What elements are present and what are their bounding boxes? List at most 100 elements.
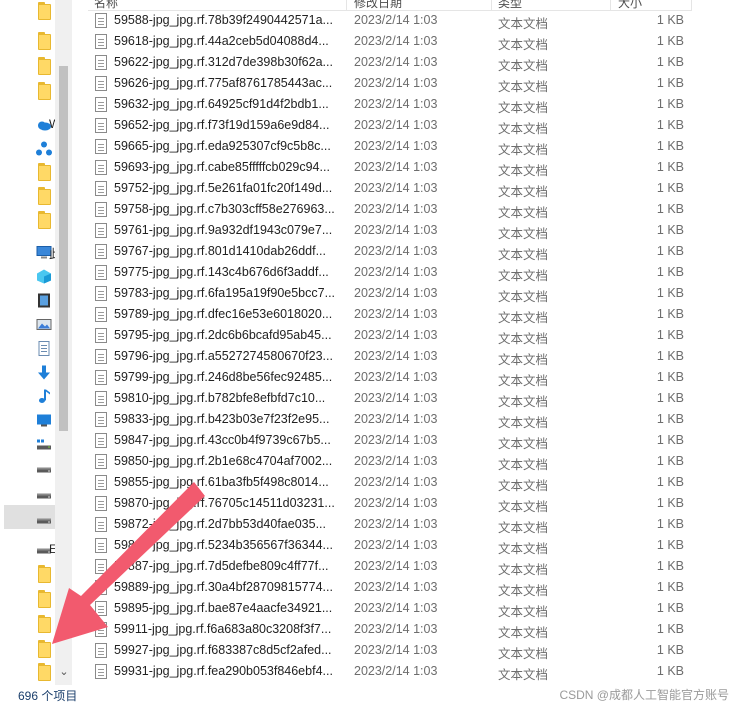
text-file-icon (95, 496, 107, 511)
nav-item[interactable]: E (0, 538, 57, 562)
column-divider[interactable] (610, 0, 611, 10)
file-date: 2023/2/14 1:03 (354, 496, 438, 510)
nav-item[interactable] (0, 137, 55, 161)
file-row[interactable]: 59872-jpg_jpg.rf.2d7bb53d40fae035... 2023… (88, 514, 692, 535)
file-date: 2023/2/14 1:03 (354, 601, 438, 615)
file-row[interactable]: 59796-jpg_jpg.rf.a5527274580670f23... 202… (88, 346, 692, 367)
nav-item[interactable] (0, 638, 55, 662)
file-row[interactable]: 59652-jpg_jpg.rf.f73f19d159a6e9d84... 202… (88, 115, 692, 136)
file-row[interactable]: 59799-jpg_jpg.rf.246d8be56fec92485... 202… (88, 367, 692, 388)
file-size: 1 KB (656, 475, 684, 489)
file-row[interactable]: 59810-jpg_jpg.rf.b782bfe8efbfd7c10... 202… (88, 388, 692, 409)
file-date: 2023/2/14 1:03 (354, 664, 438, 678)
folder-icon (38, 32, 51, 50)
file-row[interactable]: 59795-jpg_jpg.rf.2dc6b6bcafd95ab45... 202… (88, 325, 692, 346)
text-file-icon (95, 97, 107, 112)
file-row[interactable]: 59622-jpg_jpg.rf.312d7de398b30f62a... 202… (88, 52, 692, 73)
file-date: 2023/2/14 1:03 (354, 13, 438, 27)
nav-item[interactable] (0, 433, 55, 457)
file-row[interactable]: 59847-jpg_jpg.rf.43cc0b4f9739c67b5... 202… (88, 430, 692, 451)
file-row[interactable]: 59632-jpg_jpg.rf.64925cf91d4f2bdb1... 202… (88, 94, 692, 115)
file-name: 59758-jpg_jpg.rf.c7b303cff58e276963... (114, 202, 335, 216)
text-file-icon (95, 391, 107, 406)
folder-icon (38, 163, 51, 181)
nav-item[interactable] (0, 161, 55, 185)
scroll-down-arrow-icon[interactable]: ⌄ (58, 666, 70, 678)
file-type: 文本文档 (498, 521, 549, 535)
nav-item[interactable] (0, 313, 55, 337)
file-row[interactable]: 59889-jpg_jpg.rf.30a4bf28709815774... 202… (88, 577, 692, 598)
nav-scrollbar-thumb[interactable] (59, 66, 68, 431)
nav-item[interactable] (0, 613, 55, 637)
file-type: 文本文档 (498, 374, 549, 388)
nav-item[interactable] (0, 661, 55, 685)
nav-item[interactable]: 此 (0, 241, 61, 265)
folder-icon (38, 640, 51, 658)
nav-item[interactable] (0, 265, 55, 289)
nav-item[interactable] (0, 289, 55, 313)
column-divider[interactable] (346, 0, 347, 10)
file-row[interactable]: 59752-jpg_jpg.rf.5e261fa01fc20f149d... 20… (88, 178, 692, 199)
nav-item[interactable] (0, 385, 55, 409)
file-name: 59626-jpg_jpg.rf.775af8761785443ac... (114, 76, 333, 90)
file-row[interactable]: 59833-jpg_jpg.rf.b423b03e7f23f2e95... 202… (88, 409, 692, 430)
folder-icon (38, 57, 51, 75)
file-row[interactable]: 59767-jpg_jpg.rf.801d1410dab26ddf... 2023… (88, 241, 692, 262)
file-name: 59850-jpg_jpg.rf.2b1e68c4704af7002... (114, 454, 333, 468)
file-row[interactable]: 59783-jpg_jpg.rf.6fa195a19f90e5bcc7... 20… (88, 283, 692, 304)
file-name: 59795-jpg_jpg.rf.2dc6b6bcafd95ab45... (114, 328, 332, 342)
nav-item[interactable] (0, 337, 55, 361)
file-row[interactable]: 59758-jpg_jpg.rf.c7b303cff58e276963... 20… (88, 199, 692, 220)
file-row[interactable]: 59761-jpg_jpg.rf.9a932df1943c079e7... 202… (88, 220, 692, 241)
file-row[interactable]: 59850-jpg_jpg.rf.2b1e68c4704af7002... 202… (88, 451, 692, 472)
file-row[interactable]: 59665-jpg_jpg.rf.eda925307cf9c5b8c... 202… (88, 136, 692, 157)
file-row[interactable]: 59911-jpg_jpg.rf.f6a683a80c3208f3f7... 20… (88, 619, 692, 640)
network-share-icon (36, 141, 52, 156)
file-type: 文本文档 (498, 143, 549, 157)
nav-item[interactable] (0, 483, 55, 507)
music-icon (39, 389, 50, 403)
nav-item[interactable] (0, 361, 55, 385)
file-row[interactable]: 59618-jpg_jpg.rf.44a2ceb5d04088d4... 2023… (88, 31, 692, 52)
nav-item[interactable]: W (0, 113, 60, 137)
nav-item[interactable] (0, 80, 55, 104)
nav-item[interactable] (0, 209, 55, 233)
drive-icon (37, 467, 51, 473)
file-type: 文本文档 (498, 605, 549, 619)
videos-icon (38, 293, 50, 308)
nav-item[interactable] (0, 508, 55, 532)
nav-item[interactable] (0, 0, 55, 24)
file-name: 59895-jpg_jpg.rf.bae87e4aacfe34921... (114, 601, 333, 615)
folder-icon (38, 663, 51, 681)
file-row[interactable]: 59855-jpg_jpg.rf.61ba3fb5f498c8014... 202… (88, 472, 692, 493)
file-row[interactable]: 59931-jpg_jpg.rf.fea290b053f846ebf4... 20… (88, 661, 692, 682)
file-row[interactable]: 59880-jpg_jpg.rf.5234b356567f36344... 202… (88, 535, 692, 556)
file-row[interactable]: 59626-jpg_jpg.rf.775af8761785443ac... 202… (88, 73, 692, 94)
file-size: 1 KB (656, 286, 684, 300)
column-divider[interactable] (491, 0, 492, 10)
file-row[interactable]: 59927-jpg_jpg.rf.f683387c8d5cf2afed... 20… (88, 640, 692, 661)
nav-item[interactable] (0, 457, 55, 481)
file-type: 文本文档 (498, 164, 549, 178)
folder-icon (38, 590, 51, 608)
file-row[interactable]: 59693-jpg_jpg.rf.cabe85fffffcb029c94... 2… (88, 157, 692, 178)
file-row[interactable]: 59775-jpg_jpg.rf.143c4b676d6f3addf... 202… (88, 262, 692, 283)
file-row[interactable]: 59588-jpg_jpg.rf.78b39f2490442571a... 202… (88, 10, 692, 31)
nav-item[interactable] (0, 185, 55, 209)
nav-item[interactable] (0, 409, 55, 433)
nav-item[interactable] (0, 55, 55, 79)
file-type: 文本文档 (498, 626, 549, 640)
file-row[interactable]: 59870-jpg_jpg.rf.76705c14511d03231... 202… (88, 493, 692, 514)
text-file-icon (95, 328, 107, 343)
file-row[interactable]: 59887-jpg_jpg.rf.7d5defbe809c4ff77f... 20… (88, 556, 692, 577)
nav-item[interactable] (0, 588, 55, 612)
file-date: 2023/2/14 1:03 (354, 76, 438, 90)
file-name: 59799-jpg_jpg.rf.246d8be56fec92485... (114, 370, 333, 384)
file-type: 文本文档 (498, 248, 549, 262)
column-divider[interactable] (691, 0, 692, 10)
file-row[interactable]: 59789-jpg_jpg.rf.dfec16e53e6018020... 202… (88, 304, 692, 325)
nav-item[interactable] (0, 30, 55, 54)
nav-item[interactable] (0, 563, 55, 587)
file-type: 文本文档 (498, 290, 549, 304)
file-row[interactable]: 59895-jpg_jpg.rf.bae87e4aacfe34921... 202… (88, 598, 692, 619)
